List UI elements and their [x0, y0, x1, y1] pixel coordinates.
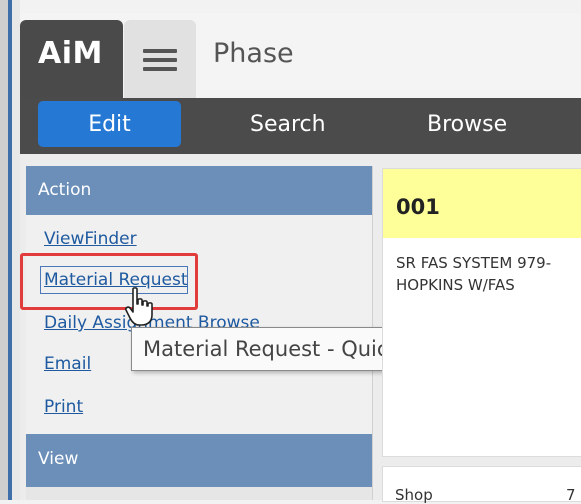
email-link[interactable]: Email — [44, 354, 91, 374]
print-link[interactable]: Print — [44, 397, 83, 417]
edit-button[interactable]: Edit — [38, 101, 181, 147]
app-logo: AiM — [38, 36, 103, 71]
page-title: Phase — [213, 38, 294, 69]
browse-button[interactable]: Browse — [427, 101, 507, 147]
action-header-label: Action — [38, 180, 92, 200]
viewfinder-link[interactable]: ViewFinder — [44, 229, 137, 249]
hamburger-menu-icon — [143, 44, 177, 76]
menu-button[interactable] — [124, 20, 196, 100]
window-left-border — [0, 0, 8, 500]
search-button[interactable]: Search — [250, 101, 326, 147]
shop-value: 7 — [566, 486, 576, 504]
view-header-label: View — [38, 449, 79, 469]
record-description-line-2: HOPKINS W/FAS — [396, 276, 515, 294]
record-code: 001 — [396, 195, 440, 219]
view-section-body — [26, 487, 372, 500]
callout-highlight-box — [20, 253, 198, 310]
shop-label: Shop — [395, 486, 433, 504]
view-section-header[interactable]: View — [26, 434, 372, 487]
hand-pointer-cursor-icon — [125, 287, 153, 326]
window-inner-border — [12, 0, 20, 500]
record-description: SR FAS SYSTEM 979- HOPKINS W/FAS — [396, 252, 551, 296]
record-description-line-1: SR FAS SYSTEM 979- — [396, 254, 552, 272]
action-section-header[interactable]: Action — [26, 166, 372, 215]
